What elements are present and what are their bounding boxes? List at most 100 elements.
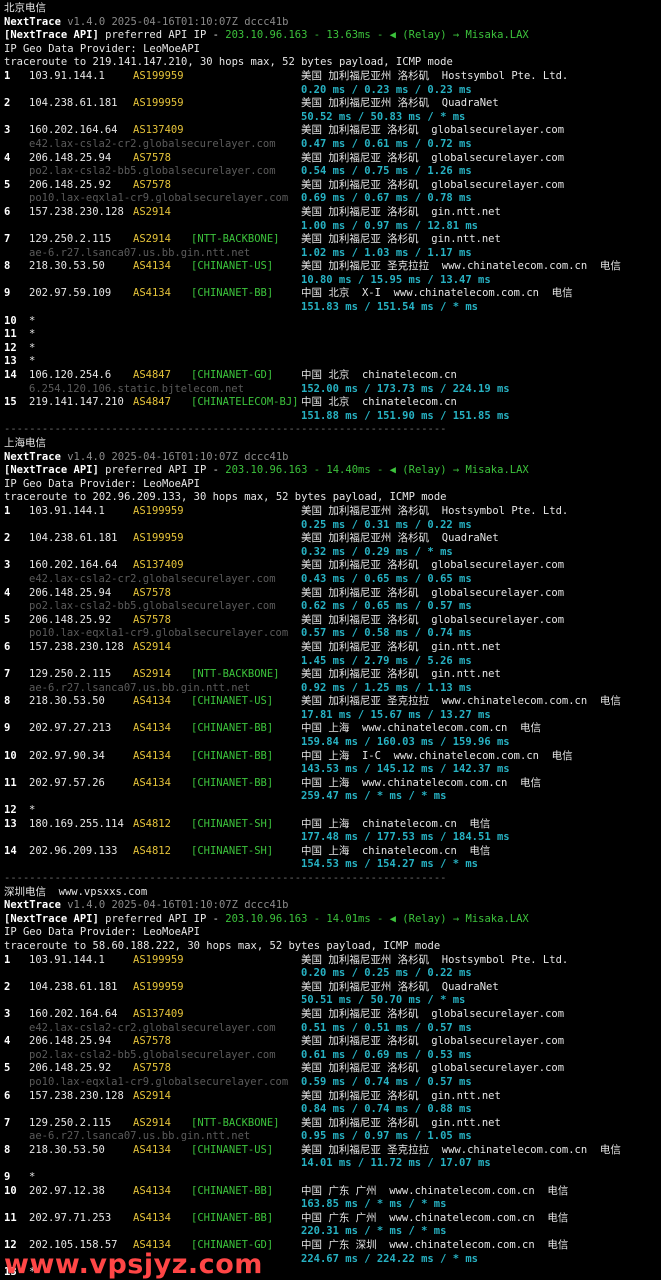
hop-number: 6 [4, 640, 11, 653]
hop-row: 14 202.96.209.133 AS4812 [CHINANET-SH] 中国 上海… [4, 845, 659, 859]
hop-row: 8 218.30.53.50 AS4134 [CHINANET-US] 美国 加利福尼亚… [4, 695, 659, 709]
api-ip: 203.10.96.163 [225, 464, 308, 477]
hop-number: 5 [4, 613, 11, 626]
hop-tag: [CHINANET-GD] [191, 369, 274, 382]
watermark: www.vpsjyz.com [4, 1249, 263, 1280]
hop-row: 11 * [4, 328, 659, 342]
hop-row: 5 206.148.25.92 AS7578 美国 加利福尼亚 洛杉矶 globals… [4, 614, 659, 628]
hop-geo: 美国 加利福尼亚州 洛杉矶 Hostsymbol Pte. Ltd. [301, 69, 569, 82]
hop-detail-row: e42.lax-csla2-cr2.globalsecurelayer.com 0… [4, 138, 659, 152]
hop-tag: [CHINATELECOM-BJ] [191, 396, 299, 409]
hop-hostname: ae-6.r27.lsanca07.us.bb.gin.ntt.net [29, 246, 251, 259]
hop-asn: AS4812 [133, 844, 171, 857]
version-text: v1.4.0 2025-04-16T01:10:07Z dccc41b [60, 899, 289, 912]
api-line: [NextTrace API] preferred API IP - 203.1… [4, 464, 659, 478]
hop-ip: 160.202.164.64 [29, 124, 118, 137]
hop-asn: AS4134 [133, 1143, 171, 1156]
hop-asn: AS2914 [133, 1089, 171, 1102]
hop-rtt: 151.88 ms / 151.90 ms / 151.85 ms [301, 409, 510, 422]
hop-detail-row: 0.25 ms / 0.31 ms / 0.22 ms [4, 519, 659, 533]
hop-hostname: ae-6.r27.lsanca07.us.bb.gin.ntt.net [29, 1130, 251, 1143]
hop-ip: 219.141.147.210 [29, 396, 124, 409]
hop-number: 2 [4, 532, 11, 545]
api-ip: 203.10.96.163 [225, 29, 308, 42]
hop-number: 11 [4, 776, 17, 789]
hop-geo: 美国 加利福尼亚州 洛杉矶 Hostsymbol Pte. Ltd. [301, 953, 569, 966]
hop-geo: 中国 广东 广州 www.chinatelecom.com.cn 电信 [301, 1184, 569, 1197]
hop-hostname: e42.lax-csla2-cr2.globalsecurelayer.com [29, 572, 276, 585]
hop-number: 5 [4, 178, 11, 191]
hop-number: 7 [4, 233, 11, 246]
hop-tag: [CHINANET-BB] [191, 776, 274, 789]
hop-asn: AS4134 [133, 1184, 171, 1197]
hop-ip: 202.97.12.38 [29, 1184, 105, 1197]
hop-geo: 美国 加利福尼亚 洛杉矶 globalsecurelayer.com [301, 1007, 565, 1020]
hop-rtt: 0.54 ms / 0.75 ms / 1.26 ms [301, 165, 472, 178]
hop-row: 1 103.91.144.1 AS199959 美国 加利福尼亚州 洛杉矶 Hosts… [4, 954, 659, 968]
hop-detail-row: 14.01 ms / 11.72 ms / 17.07 ms [4, 1157, 659, 1171]
hop-rtt: 0.62 ms / 0.65 ms / 0.57 ms [301, 600, 472, 613]
api-latency: - 14.01ms - [307, 912, 390, 925]
hop-asn: AS4134 [133, 776, 171, 789]
hop-number: 12 [4, 804, 17, 817]
hop-row: 15 219.141.147.210 AS4847 [CHINATELECOM-BJ]… [4, 396, 659, 410]
version-line: NextTrace v1.4.0 2025-04-16T01:10:07Z dc… [4, 451, 659, 465]
hop-number: 15 [4, 396, 17, 409]
hop-number: 4 [4, 1035, 11, 1048]
hop-hostname: po10.lax-eqxla1-cr9.globalsecurelayer.co… [29, 627, 289, 640]
api-text: preferred API IP - [98, 464, 226, 477]
hop-ip: * [29, 341, 36, 354]
hop-number: 14 [4, 369, 17, 382]
hop-detail-row: 0.84 ms / 0.74 ms / 0.88 ms [4, 1103, 659, 1117]
hop-rtt: 50.51 ms / 50.70 ms / * ms [301, 994, 466, 1007]
hop-geo: 美国 加利福尼亚 洛杉矶 gin.ntt.net [301, 205, 501, 218]
hop-rtt: 10.80 ms / 15.95 ms / 13.47 ms [301, 273, 491, 286]
hop-number: 5 [4, 1062, 11, 1075]
hop-detail-row: ae-6.r27.lsanca07.us.bb.gin.ntt.net 0.95 … [4, 1130, 659, 1144]
hop-asn: AS7578 [133, 1035, 171, 1048]
hop-number: 9 [4, 1171, 11, 1184]
section-title: 深圳电信 www.vpsxxs.com [4, 886, 659, 900]
hop-tag: [CHINANET-US] [191, 1143, 274, 1156]
hop-rtt: 0.32 ms / 0.29 ms / * ms [301, 545, 453, 558]
terminal-output: 北京电信 NextTrace v1.4.0 2025-04-16T01:10:07… [4, 2, 659, 1280]
hop-asn: AS2914 [133, 205, 171, 218]
hop-row: 10 202.97.90.34 AS4134 [CHINANET-BB] 中国 上海 I… [4, 750, 659, 764]
hop-ip: * [29, 1171, 36, 1184]
traceroute-line: traceroute to 202.96.209.133, 30 hops ma… [4, 491, 659, 505]
hop-tag: [CHINANET-BB] [191, 722, 274, 735]
hop-geo: 中国 北京 chinatelecom.cn [301, 396, 457, 409]
hop-detail-row: 1.45 ms / 2.79 ms / 5.26 ms [4, 655, 659, 669]
hop-asn: AS4847 [133, 396, 171, 409]
hop-asn: AS2914 [133, 233, 171, 246]
hop-ip: * [29, 328, 36, 341]
hop-detail-row: 1.00 ms / 0.97 ms / 12.81 ms [4, 220, 659, 234]
hop-rtt: 0.57 ms / 0.58 ms / 0.74 ms [301, 627, 472, 640]
hop-geo: 美国 加利福尼亚 圣克拉拉 www.chinatelecom.com.cn 电信 [301, 1143, 621, 1156]
hop-geo: 美国 加利福尼亚州 洛杉矶 QuadraNet [301, 532, 499, 545]
hop-number: 6 [4, 205, 11, 218]
hop-rtt: 1.45 ms / 2.79 ms / 5.26 ms [301, 654, 472, 667]
hop-ip: 129.250.2.115 [29, 233, 112, 246]
api-prefix: [NextTrace API] [4, 912, 99, 925]
hop-geo: 美国 加利福尼亚 洛杉矶 gin.ntt.net [301, 1089, 501, 1102]
hop-rtt: 0.25 ms / 0.31 ms / 0.22 ms [301, 518, 472, 531]
separator: ----------------------------------------… [4, 872, 447, 884]
hop-row: 1 103.91.144.1 AS199959 美国 加利福尼亚州 洛杉矶 Hosts… [4, 70, 659, 84]
hop-number: 10 [4, 749, 17, 762]
hop-ip: 104.238.61.181 [29, 532, 118, 545]
hop-row: 8 218.30.53.50 AS4134 [CHINANET-US] 美国 加利福尼亚… [4, 260, 659, 274]
hop-rtt: 0.61 ms / 0.69 ms / 0.53 ms [301, 1048, 472, 1061]
hop-asn: AS2914 [133, 668, 171, 681]
hop-geo: 美国 加利福尼亚 洛杉矶 globalsecurelayer.com [301, 178, 565, 191]
traceroute-header: traceroute to 58.60.188.222, 30 hops max… [4, 939, 441, 952]
hop-rtt: 0.69 ms / 0.67 ms / 0.78 ms [301, 192, 472, 205]
hop-row: 12 * [4, 342, 659, 356]
hop-number: 7 [4, 1116, 11, 1129]
hop-tag: [NTT-BACKBONE] [191, 233, 280, 246]
hop-row: 6 157.238.230.128 AS2914 美国 加利福尼亚 洛杉矶 gin.n… [4, 641, 659, 655]
hop-asn: AS137409 [133, 559, 184, 572]
hop-detail-row: po10.lax-eqxla1-cr9.globalsecurelayer.co… [4, 192, 659, 206]
geo-provider-line: IP Geo Data Provider: LeoMoeAPI [4, 478, 659, 492]
hop-number: 10 [4, 314, 17, 327]
